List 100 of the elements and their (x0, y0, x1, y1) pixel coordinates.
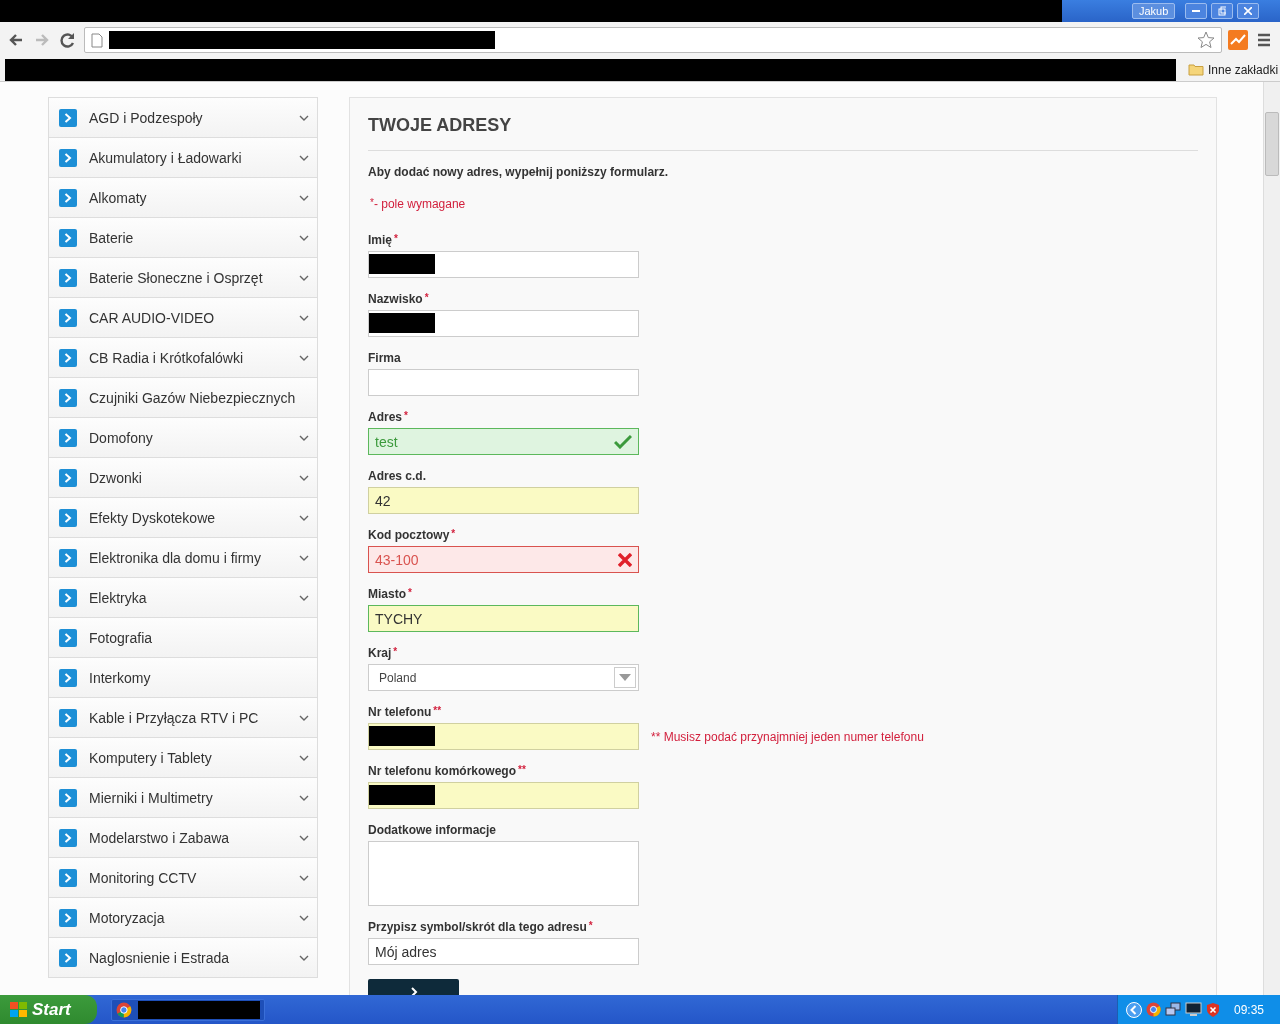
network-icon[interactable] (1164, 1002, 1181, 1017)
category-item[interactable]: Dzwonki (49, 458, 317, 498)
folder-icon (1188, 63, 1204, 76)
chevron-right-icon (59, 468, 77, 487)
chevron-right-icon (59, 828, 77, 847)
chevron-right-icon (59, 708, 77, 727)
chevron-down-icon (299, 354, 309, 361)
scrollbar[interactable] (1263, 82, 1280, 995)
country-select[interactable]: Poland (368, 664, 639, 691)
restore-icon (1218, 6, 1227, 16)
chevron-down-icon (299, 474, 309, 481)
chevron-right-icon (59, 148, 77, 167)
category-item[interactable]: Naglosnienie i Estrada (49, 938, 317, 978)
field-label: Nr telefonu komórkowego ** (368, 764, 527, 780)
category-item[interactable]: Fotografia (49, 618, 317, 658)
check-icon (614, 434, 632, 449)
chevron-down-icon (299, 594, 309, 601)
category-item[interactable]: Kable i Przyłącza RTV i PC (49, 698, 317, 738)
field-label: Firma (368, 351, 402, 367)
category-item[interactable]: Monitoring CCTV (49, 858, 317, 898)
chevron-right-icon (59, 508, 77, 527)
category-item[interactable]: AGD i Podzespoły (49, 98, 317, 138)
start-button[interactable]: Start (0, 995, 97, 1024)
field-label: Przypisz symbol/skrót dla tego adresu * (368, 920, 594, 936)
field-label: Kraj * (368, 646, 399, 662)
chevron-right-icon (59, 748, 77, 767)
chevron-right-icon (59, 788, 77, 807)
input-field[interactable] (368, 310, 639, 337)
chevron-down-icon (299, 154, 309, 161)
category-item[interactable]: Elektryka (49, 578, 317, 618)
input-field[interactable]: TYCHY (368, 605, 639, 632)
input-field[interactable] (368, 251, 639, 278)
chevron-down-icon (299, 274, 309, 281)
chevron-right-icon (59, 188, 77, 207)
required-note: *- pole wymagane (369, 197, 467, 211)
address-bar[interactable] (84, 27, 1222, 53)
taskbar-item[interactable] (111, 998, 265, 1021)
chevron-right-icon (59, 428, 77, 447)
browser-icon[interactable] (1145, 1002, 1161, 1017)
chevron-down-icon (299, 714, 309, 721)
category-item[interactable]: CB Radia i Krótkofalówki (49, 338, 317, 378)
input-field[interactable]: Mój adres (368, 938, 639, 965)
arrow-right-icon (408, 987, 419, 995)
minimize-button[interactable] (1185, 3, 1208, 19)
textarea-field[interactable] (368, 841, 639, 906)
chevron-right-icon (59, 868, 77, 887)
page-icon (91, 32, 103, 48)
cross-icon (618, 552, 632, 567)
category-item[interactable]: CAR AUDIO-VIDEO (49, 298, 317, 338)
field-label: Adres * (368, 410, 409, 426)
input-field[interactable] (368, 369, 639, 396)
input-field[interactable] (368, 782, 639, 809)
phone-hint: ** Musisz podać przynajmniej jeden numer telefonu (651, 729, 924, 744)
category-item[interactable]: Interkomy (49, 658, 317, 698)
chart-extension-icon[interactable] (1228, 30, 1248, 50)
panel-title: TWOJE ADRESY (368, 115, 1198, 151)
category-item[interactable]: Efekty Dyskotekowe (49, 498, 317, 538)
star-icon[interactable] (1197, 31, 1215, 49)
input-field[interactable] (368, 723, 639, 750)
chevron-right-icon (59, 108, 77, 127)
category-item[interactable]: Alkomaty (49, 178, 317, 218)
field-label: Nr telefonu ** (368, 705, 443, 721)
chevron-down-icon (299, 114, 309, 121)
category-item[interactable]: Czujniki Gazów Niebezpiecznych (49, 378, 317, 418)
intro-text: Aby dodać nowy adres, wypełnij poniższy formularz. (368, 165, 670, 179)
category-item[interactable]: Baterie Słoneczne i Osprzęt (49, 258, 317, 298)
clock: 09:35 (1233, 1002, 1264, 1017)
browser-icon (116, 1001, 132, 1018)
restore-button[interactable] (1211, 3, 1234, 19)
field-label: Adres c.d. (368, 469, 428, 485)
category-item[interactable]: Akumulatory i Ładowarki (49, 138, 317, 178)
category-item[interactable]: Elektronika dla domu i firmy (49, 538, 317, 578)
chevron-right-icon (59, 348, 77, 367)
chevron-down-icon (299, 834, 309, 841)
shield-icon[interactable] (1205, 1001, 1220, 1018)
close-button[interactable] (1237, 3, 1260, 19)
chevron-down-icon (299, 434, 309, 441)
chevron-right-icon (59, 948, 77, 967)
category-item[interactable]: Domofony (49, 418, 317, 458)
chevron-right-icon (59, 308, 77, 327)
close-icon (1244, 7, 1253, 15)
chevron-right-icon (59, 268, 77, 287)
category-item[interactable]: Motoryzacja (49, 898, 317, 938)
category-item[interactable]: Baterie (49, 218, 317, 258)
chevron-down-icon (299, 554, 309, 561)
field-label: Kod pocztowy * (368, 528, 457, 544)
category-item[interactable]: Komputery i Tablety (49, 738, 317, 778)
chevron-down-icon (299, 954, 309, 961)
category-item[interactable]: Modelarstwo i Zabawa (49, 818, 317, 858)
chevron-right-icon (59, 668, 77, 687)
field-label: Miasto * (368, 587, 413, 603)
input-field[interactable]: 42 (368, 487, 639, 514)
monitor-icon[interactable] (1184, 1002, 1202, 1017)
field-label: Imię * (368, 233, 399, 249)
category-item[interactable]: Mierniki i Multimetry (49, 778, 317, 818)
chevron-right-icon (59, 588, 77, 607)
field-label: Nazwisko * (368, 292, 430, 308)
chevron-down-icon (299, 874, 309, 881)
chevron-down-icon (299, 754, 309, 761)
bookmarks-folder[interactable]: Inne zakładki (1188, 62, 1279, 77)
